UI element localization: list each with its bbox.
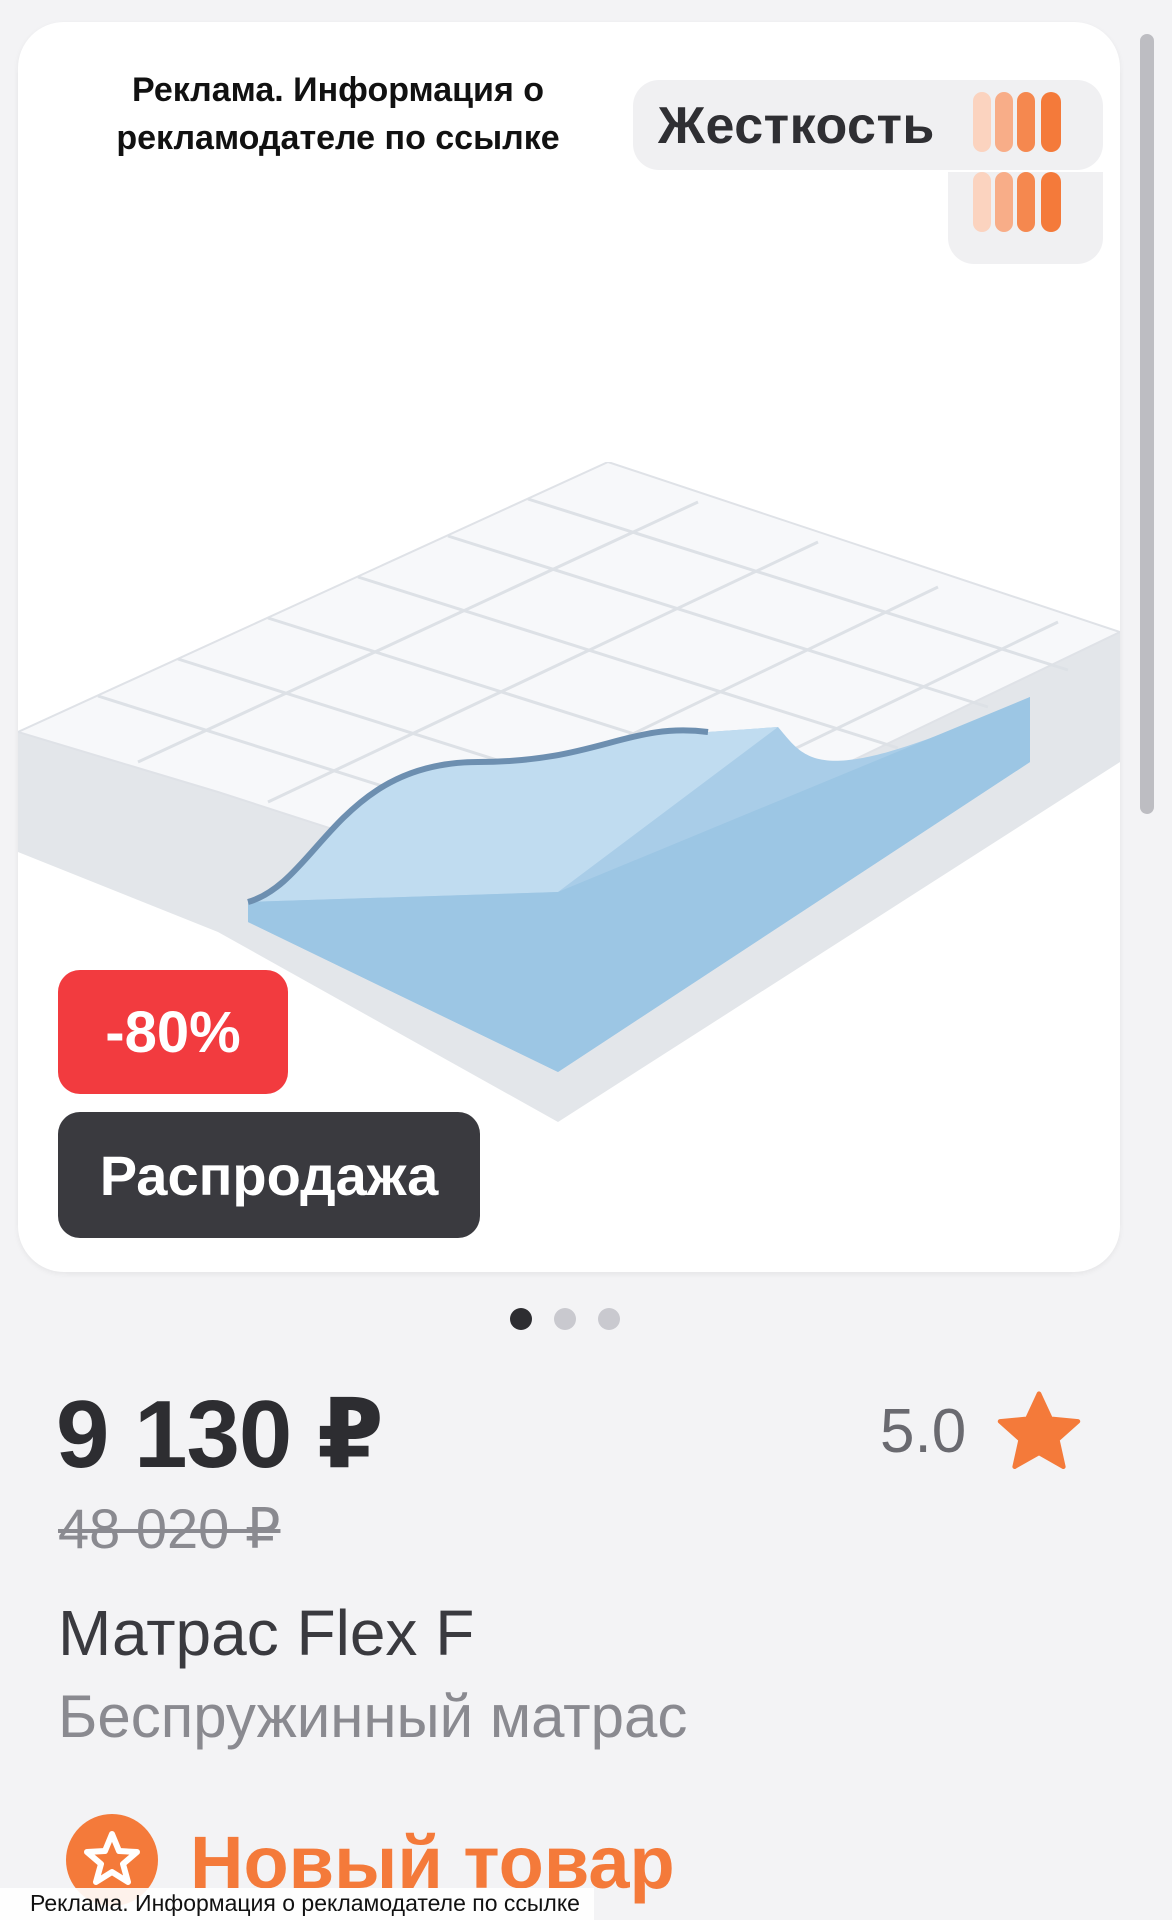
firmness-label: Жесткость xyxy=(658,97,935,155)
product-subtitle: Беспружинный матрас xyxy=(58,1683,688,1750)
scrollbar[interactable] xyxy=(1140,34,1154,814)
ad-disclaimer[interactable]: Реклама. Информация о рекламодателе по с… xyxy=(58,66,618,162)
current-price: 9 130 ₽ xyxy=(56,1381,384,1488)
rating-value: 5.0 xyxy=(880,1397,967,1466)
product-card-page: Реклама. Информация о рекламодателе по с… xyxy=(0,0,1172,1920)
gallery-dot[interactable] xyxy=(554,1308,576,1330)
gallery-pagination[interactable] xyxy=(510,1308,630,1332)
gallery-dot-active[interactable] xyxy=(510,1308,532,1330)
product-title[interactable]: Матрас Flex F xyxy=(58,1596,474,1670)
sale-badge: Распродажа xyxy=(58,1112,480,1238)
star-icon xyxy=(997,1391,1081,1469)
gallery-dot[interactable] xyxy=(598,1308,620,1330)
firmness-bars-icon xyxy=(973,92,1061,232)
discount-badge: -80% xyxy=(58,970,288,1094)
product-image-card[interactable]: Реклама. Информация о рекламодателе по с… xyxy=(18,22,1120,1272)
ad-footer-note: Реклама. Информация о рекламодателе по с… xyxy=(0,1888,594,1920)
old-price: 48 020 ₽ xyxy=(58,1497,281,1560)
